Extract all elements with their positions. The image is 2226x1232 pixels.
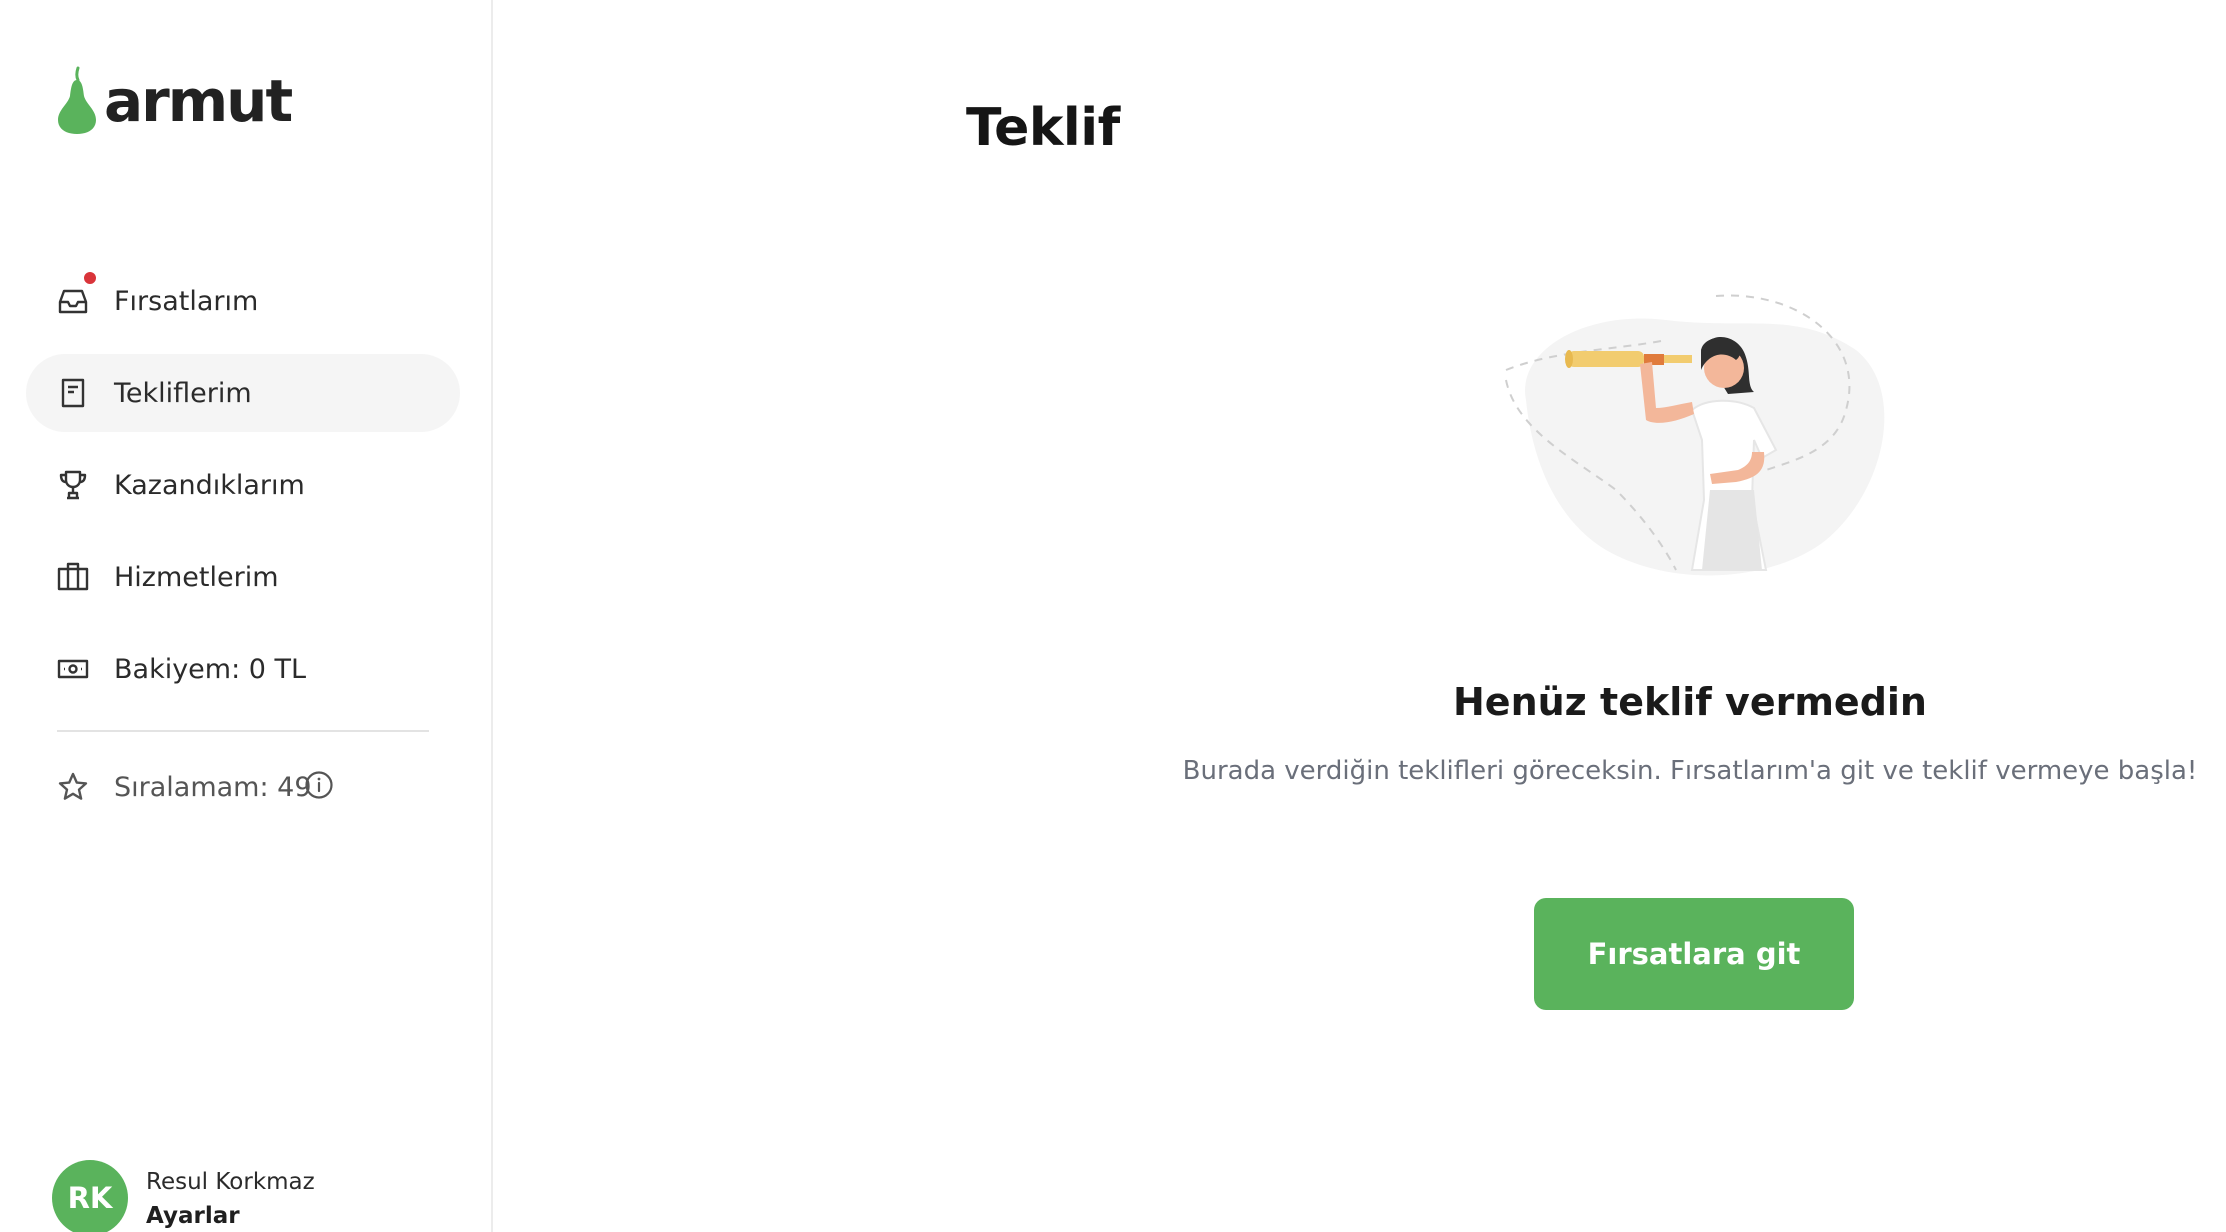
ranking-label: Sıralamam: 49 [114, 771, 312, 803]
sidebar-item-hizmetlerim[interactable]: Hizmetlerim [26, 538, 460, 616]
empty-state-title: Henüz teklif vermedin [1453, 680, 1927, 724]
sidebar-item-label: Fırsatlarım [114, 285, 259, 317]
info-icon[interactable] [304, 770, 334, 804]
money-icon [56, 652, 90, 686]
star-icon [56, 770, 90, 804]
sidebar-item-kazandiklarim[interactable]: Kazandıklarım [26, 446, 460, 524]
user-name: Resul Korkmaz [146, 1169, 315, 1195]
user-profile[interactable]: RK Resul Korkmaz Ayarlar [52, 1160, 315, 1232]
sidebar-item-label: Hizmetlerim [114, 561, 279, 593]
notification-dot [82, 270, 98, 286]
sidebar-item-label: Kazandıklarım [114, 469, 305, 501]
pear-icon [58, 66, 96, 134]
brand-name: armut [104, 67, 293, 135]
sidebar-divider [57, 730, 429, 732]
armut-logo[interactable]: armut [54, 66, 293, 136]
trophy-icon [56, 468, 90, 502]
empty-state-description: Burada verdiğin teklifleri göreceksin. F… [1182, 756, 2198, 786]
briefcase-icon [56, 560, 90, 594]
document-icon [56, 376, 90, 410]
sidebar-item-tekliflerim[interactable]: Tekliflerim [26, 354, 460, 432]
sidebar-item-label: Bakiyem: 0 TL [114, 653, 307, 685]
settings-link[interactable]: Ayarlar [146, 1203, 315, 1229]
ranking-row: Sıralamam: 49 [26, 748, 460, 826]
go-to-opportunities-button[interactable]: Fırsatlara git [1534, 898, 1854, 1010]
avatar: RK [52, 1160, 128, 1232]
inbox-icon [56, 284, 90, 318]
sidebar-item-bakiyem[interactable]: Bakiyem: 0 TL [26, 630, 460, 708]
page-title: Teklif [966, 98, 1120, 158]
sidebar-item-firsatlarim[interactable]: Fırsatlarım [26, 262, 460, 340]
woman-with-telescope-illustration [1496, 290, 1888, 580]
sidebar: armut Fırsatlarım Tekliflerim Kazandıkla… [0, 0, 493, 1232]
sidebar-item-label: Tekliflerim [114, 377, 252, 409]
